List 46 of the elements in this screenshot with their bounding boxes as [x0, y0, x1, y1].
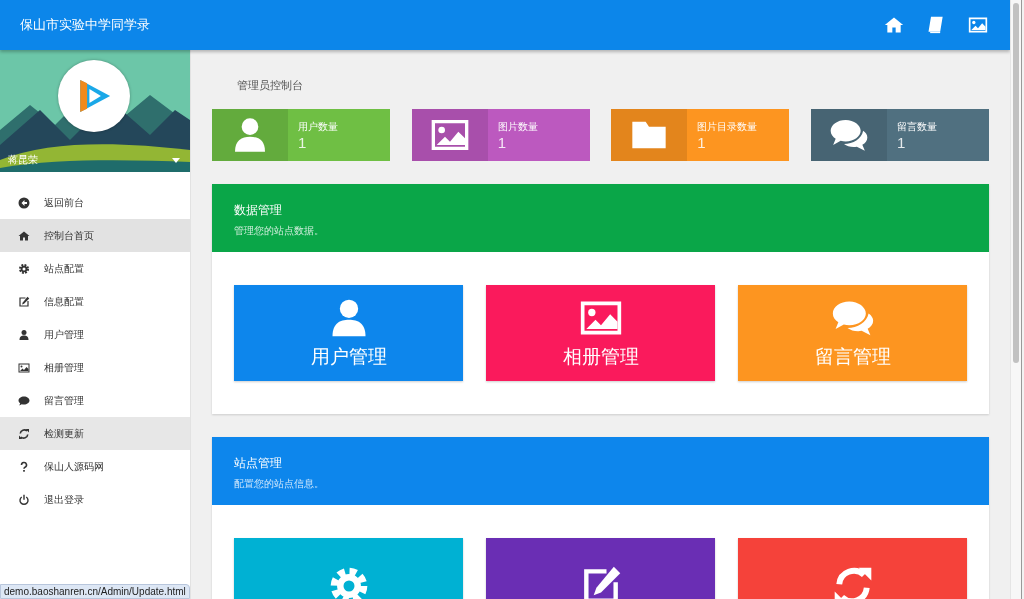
power-icon: [18, 493, 30, 506]
tile-button[interactable]: 相册管理: [486, 285, 715, 381]
stat-value: 1: [697, 134, 707, 152]
home-button[interactable]: [884, 15, 904, 35]
speech-bubble-icon: [18, 394, 30, 407]
sidebar-item[interactable]: 用户管理: [0, 318, 190, 351]
home-icon: [18, 229, 30, 242]
stat-value: 1: [298, 134, 308, 152]
user-name: 蒋昆荣: [8, 153, 38, 167]
sidebar-item[interactable]: 信息配置: [0, 285, 190, 318]
stat-label: 留言数量: [896, 120, 937, 134]
book-icon: [926, 15, 946, 35]
sidebar-item[interactable]: 返回前台: [0, 186, 190, 219]
refresh-icon: [18, 427, 30, 440]
panel-subtitle: 配置您的站点信息。: [234, 477, 325, 491]
panel-title: 数据管理: [234, 202, 283, 219]
back-arrow-icon: [18, 196, 30, 209]
question-mark-icon: [18, 460, 30, 473]
picture-icon: [18, 361, 30, 374]
page-title: 管理员控制台: [237, 78, 304, 92]
pencil-square-icon: [18, 295, 30, 308]
stat-value: 1: [497, 134, 507, 152]
picture-button[interactable]: [968, 15, 988, 35]
stat-label: 图片数量: [497, 120, 538, 134]
home-icon: [884, 15, 904, 35]
book-button[interactable]: [926, 15, 946, 35]
settings-icon: [18, 262, 30, 275]
sidebar-item[interactable]: 相册管理: [0, 351, 190, 384]
picture-icon: [968, 15, 988, 35]
sidebar-item[interactable]: 保山人源码网: [0, 450, 190, 483]
sidebar-item[interactable]: 控制台首页: [0, 219, 190, 252]
caret-icon[interactable]: [172, 158, 180, 163]
site-title: 保山市实验中学同学录: [20, 16, 150, 34]
tile-button[interactable]: 用户管理: [234, 285, 463, 381]
sidebar-item[interactable]: 检测更新: [0, 417, 190, 450]
stat-label: 用户数量: [298, 120, 338, 134]
scrollbar[interactable]: [1010, 0, 1021, 599]
status-url: demo.baoshanren.cn/Admin/Update.html: [0, 584, 190, 599]
sidebar-item[interactable]: 留言管理: [0, 384, 190, 417]
sidebar-item[interactable]: 退出登录: [0, 483, 190, 516]
stat-value: 1: [896, 134, 907, 152]
panel-title: 站点管理: [234, 455, 283, 472]
sidebar-item[interactable]: 站点配置: [0, 252, 190, 285]
panel-subtitle: 管理您的站点数据。: [234, 224, 325, 238]
stat-label: 图片目录数量: [697, 120, 758, 134]
user-icon: [18, 328, 30, 341]
